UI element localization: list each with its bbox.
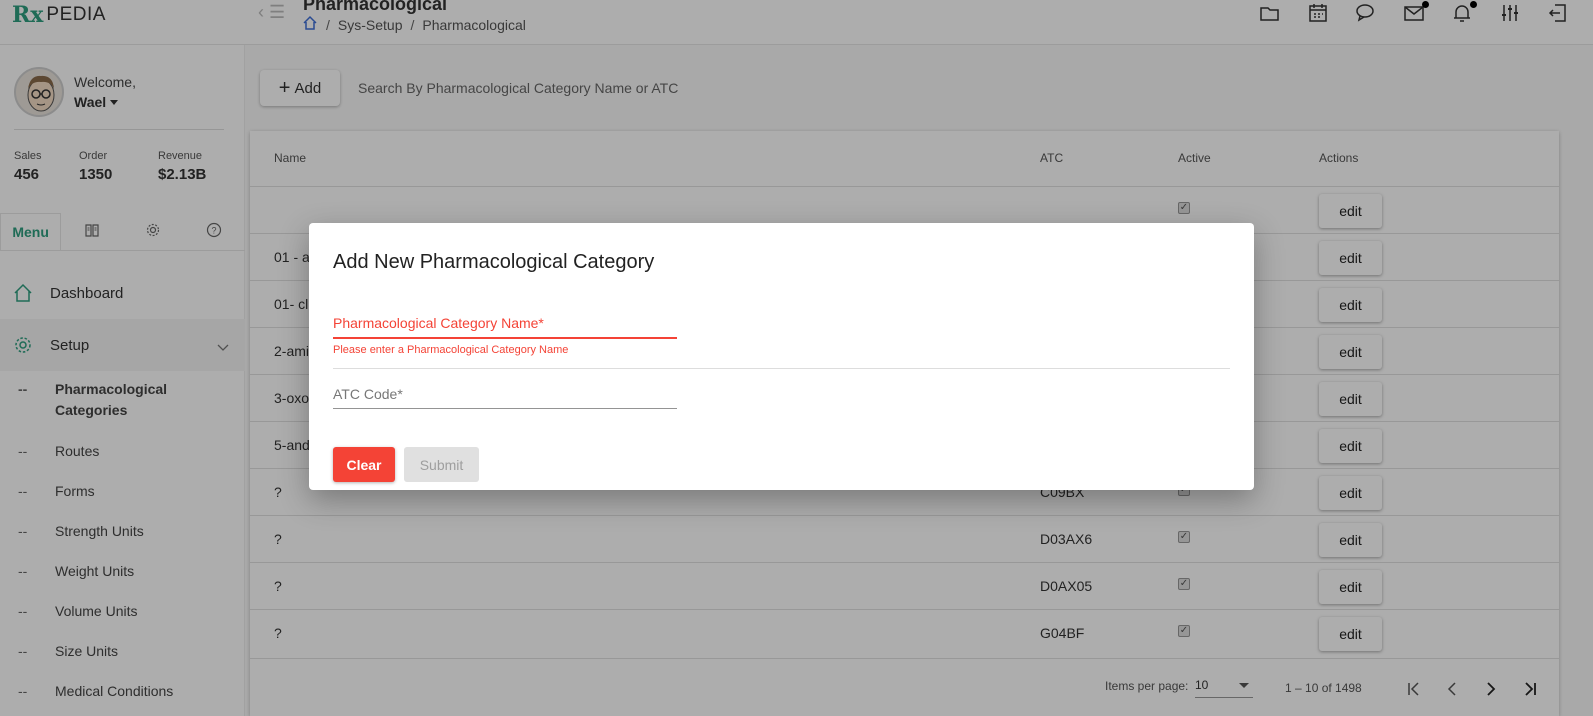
add-category-dialog: Add New Pharmacological Category Pharmac… (309, 223, 1254, 490)
atc-code-label: ATC Code* (333, 386, 403, 402)
divider (333, 368, 1230, 369)
atc-code-field[interactable]: ATC Code* (333, 386, 677, 409)
dialog-title: Add New Pharmacological Category (333, 251, 655, 273)
submit-button[interactable]: Submit (404, 447, 479, 482)
category-name-label: Pharmacological Category Name* (333, 315, 544, 331)
field-underline (333, 337, 677, 339)
category-name-field[interactable]: Pharmacological Category Name* Please en… (333, 315, 677, 356)
clear-button[interactable]: Clear (333, 447, 395, 482)
category-name-error: Please enter a Pharmacological Category … (333, 344, 569, 356)
field-underline (333, 408, 677, 409)
